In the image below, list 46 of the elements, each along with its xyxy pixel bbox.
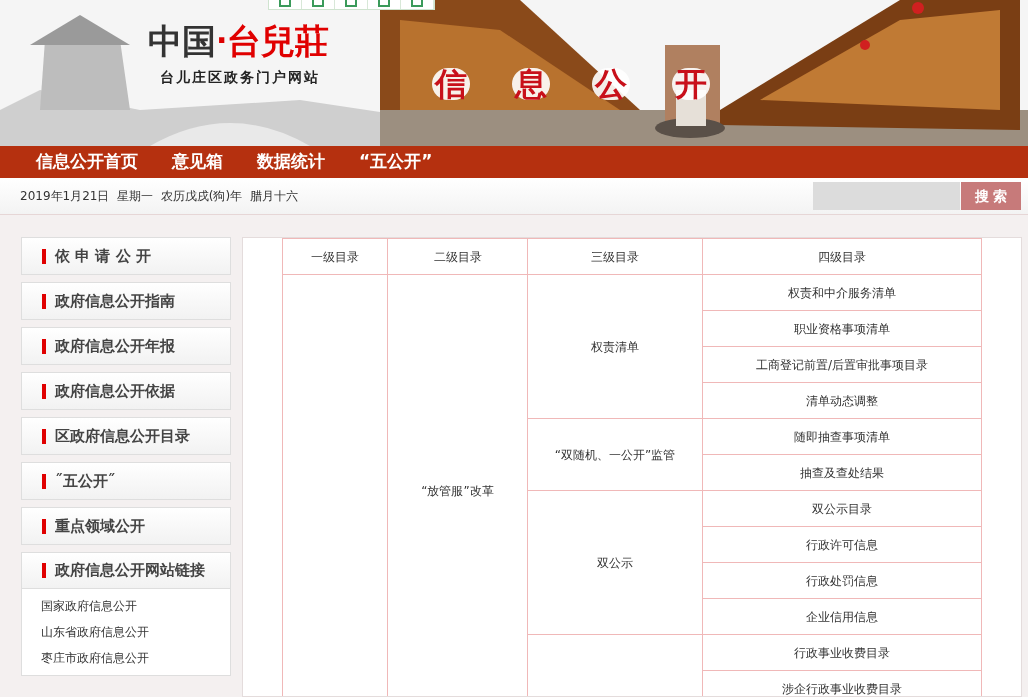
table-cell: “放管服”改革 (421, 483, 494, 498)
column-header: 三级目录 (527, 238, 703, 275)
table-cell: 抽查及查处结果 (800, 465, 884, 480)
sidebar-link[interactable]: 枣庄市政府信息公开 (41, 645, 149, 671)
table-cell: 工商登记前置/后置审批事项目录 (755, 357, 928, 372)
square-icon[interactable] (411, 0, 423, 7)
marker-icon (42, 338, 46, 354)
column-header: 四级目录 (702, 238, 982, 275)
table-cell: 双公示 (597, 555, 633, 570)
marker-icon (42, 428, 46, 444)
table-cell: 行政事业收费目录 (794, 645, 890, 660)
square-icon[interactable] (345, 0, 357, 7)
logo-dot: · (216, 26, 228, 56)
site-subtitle: 台儿庄区政务门户网站 (160, 68, 320, 87)
square-icon[interactable] (312, 0, 324, 7)
square-icon[interactable] (279, 0, 291, 7)
table-cell: 职业资格事项清单 (794, 321, 890, 336)
nav-link[interactable]: 信息公开首页 (36, 149, 138, 175)
table-cell: 企业信用信息 (806, 609, 878, 624)
square-icon[interactable] (378, 0, 390, 7)
table-cell: 随即抽查事项清单 (794, 429, 890, 444)
table-cell: 双公示目录 (812, 501, 872, 516)
table-cell: 行政处罚信息 (806, 573, 878, 588)
column-header: 一级目录 (282, 238, 388, 275)
sidebar-link[interactable]: 国家政府信息公开 (41, 593, 137, 619)
marker-icon (42, 383, 46, 399)
nav-link[interactable]: 意见箱 (172, 149, 223, 175)
nav-link[interactable]: 数据统计 (257, 149, 325, 175)
logo-text: 中国 (148, 24, 216, 58)
table-cell: 涉企行政事业收费目录 (782, 681, 902, 696)
sidebar-link[interactable]: 山东省政府信息公开 (41, 619, 149, 645)
date-text: 2019年1月21日 星期一 农历戊戌(狗)年 腊月十六 (20, 188, 298, 205)
marker-icon (42, 473, 46, 489)
table-cell: 权责和中介服务清单 (788, 285, 896, 300)
column-header: 二级目录 (387, 238, 528, 275)
search-field[interactable] (813, 182, 960, 210)
nav-link[interactable]: “五公开” (359, 149, 433, 175)
marker-icon (42, 518, 46, 534)
marker-icon (42, 248, 46, 264)
marker-icon (42, 563, 46, 578)
table-cell: 权责清单 (591, 339, 639, 354)
table-cell: “双随机、一公开”监管 (554, 447, 676, 462)
table-cell: 清单动态调整 (806, 393, 878, 408)
table-cell: 行政许可信息 (806, 537, 878, 552)
logo-text: 台兒莊 (227, 24, 330, 58)
marker-icon (42, 293, 46, 309)
